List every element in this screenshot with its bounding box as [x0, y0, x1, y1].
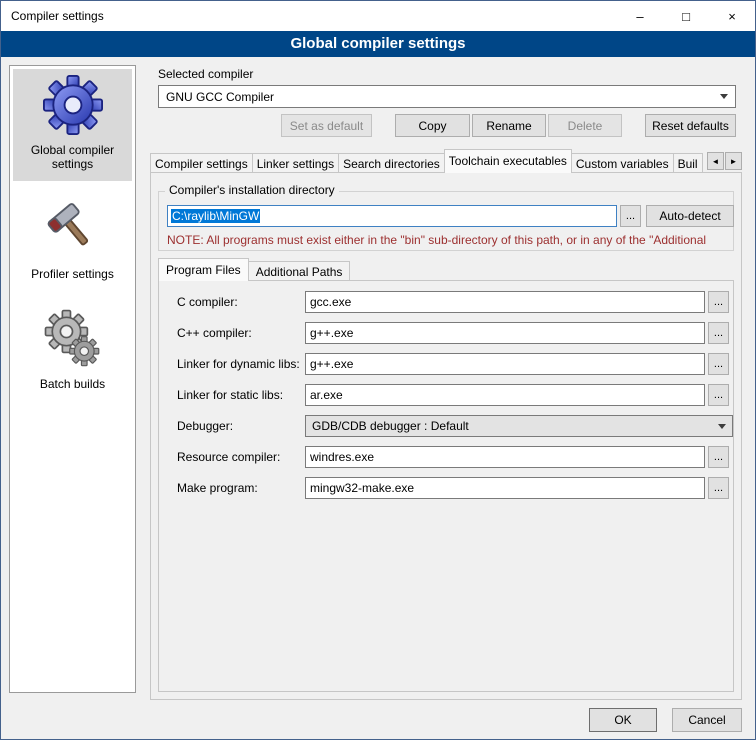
sidebar-item-label: Global compiler settings [15, 143, 130, 171]
compiler-settings-tabs: Compiler settings Linker settings Search… [150, 149, 706, 173]
resource-compiler-row: Resource compiler: ... [177, 446, 733, 468]
dynamic-linker-browse-button[interactable]: ... [708, 353, 729, 375]
c-compiler-row: C compiler: ... [177, 291, 733, 313]
chevron-down-icon [718, 424, 726, 429]
installation-directory-selected-text: C:\raylib\MinGW [171, 209, 260, 223]
make-program-row: Make program: ... [177, 477, 733, 499]
static-linker-row: Linker for static libs: ... [177, 384, 733, 406]
tab-compiler-settings[interactable]: Compiler settings [150, 153, 253, 173]
program-files-panel: C compiler: ... C++ compiler: ... Linker… [158, 280, 734, 692]
rename-button[interactable]: Rename [472, 114, 546, 137]
make-program-browse-button[interactable]: ... [708, 477, 729, 499]
window-title: Compiler settings [1, 9, 104, 23]
sidebar-item-batch-builds[interactable]: Batch builds [13, 303, 132, 401]
static-linker-input[interactable] [305, 384, 705, 406]
dynamic-linker-label: Linker for dynamic libs: [177, 357, 305, 371]
minimize-button[interactable]: – [617, 1, 663, 31]
close-button[interactable]: × [709, 1, 755, 31]
maximize-icon: □ [682, 9, 690, 24]
make-program-input[interactable] [305, 477, 705, 499]
hammer-tool-icon [43, 199, 103, 259]
tab-scroll-left-button[interactable]: ◄ [707, 152, 724, 170]
maximize-button[interactable]: □ [663, 1, 709, 31]
installation-directory-group: Compiler's installation directory C:\ray… [158, 191, 734, 251]
resource-compiler-browse-button[interactable]: ... [708, 446, 729, 468]
c-compiler-input[interactable] [305, 291, 705, 313]
reset-defaults-button[interactable]: Reset defaults [645, 114, 736, 137]
selected-compiler-label: Selected compiler [158, 67, 253, 81]
debugger-select[interactable]: GDB/CDB debugger : Default [305, 415, 733, 437]
tab-search-directories[interactable]: Search directories [338, 153, 445, 173]
cancel-button[interactable]: Cancel [672, 708, 742, 732]
cpp-compiler-row: C++ compiler: ... [177, 322, 733, 344]
sidebar-item-label: Batch builds [40, 377, 105, 391]
gray-gears-icon [43, 309, 103, 369]
debugger-select-value: GDB/CDB debugger : Default [312, 419, 469, 433]
dynamic-linker-row: Linker for dynamic libs: ... [177, 353, 733, 375]
chevron-down-icon [720, 94, 728, 99]
blue-gear-icon [43, 75, 103, 135]
compiler-settings-dialog: Compiler settings – □ × Global compiler … [0, 0, 756, 740]
installation-directory-input[interactable]: C:\raylib\MinGW [167, 205, 617, 227]
ok-button[interactable]: OK [589, 708, 657, 732]
titlebar[interactable]: Compiler settings – □ × [1, 1, 755, 31]
compiler-select[interactable]: GNU GCC Compiler [158, 85, 736, 108]
installation-directory-group-title: Compiler's installation directory [165, 183, 339, 197]
cpp-compiler-label: C++ compiler: [177, 326, 305, 340]
installation-directory-browse-button[interactable]: ... [620, 205, 641, 227]
cpp-compiler-input[interactable] [305, 322, 705, 344]
delete-button: Delete [548, 114, 622, 137]
resource-compiler-label: Resource compiler: [177, 450, 305, 464]
c-compiler-label: C compiler: [177, 295, 305, 309]
sidebar-item-global-compiler-settings[interactable]: Global compiler settings [13, 69, 132, 181]
resource-compiler-input[interactable] [305, 446, 705, 468]
static-linker-browse-button[interactable]: ... [708, 384, 729, 406]
tab-program-files[interactable]: Program Files [158, 258, 249, 281]
sidebar-item-label: Profiler settings [31, 267, 114, 281]
sidebar-item-profiler-settings[interactable]: Profiler settings [13, 193, 132, 291]
tab-build-options[interactable]: Buil [673, 153, 703, 173]
debugger-row: Debugger: GDB/CDB debugger : Default [177, 415, 733, 437]
compiler-select-value: GNU GCC Compiler [166, 90, 274, 104]
program-tabs: Program Files Additional Paths [158, 258, 349, 281]
sidebar: Global compiler settings Profiler settin… [9, 65, 136, 693]
auto-detect-button[interactable]: Auto-detect [646, 205, 734, 227]
window-controls: – □ × [617, 1, 755, 31]
tab-custom-variables[interactable]: Custom variables [571, 153, 674, 173]
tab-additional-paths[interactable]: Additional Paths [248, 261, 351, 281]
dialog-header: Global compiler settings [1, 31, 755, 57]
tab-toolchain-executables[interactable]: Toolchain executables [444, 149, 572, 173]
bin-subdirectory-note: NOTE: All programs must exist either in … [167, 233, 752, 247]
cpp-compiler-browse-button[interactable]: ... [708, 322, 729, 344]
debugger-label: Debugger: [177, 419, 305, 433]
dynamic-linker-input[interactable] [305, 353, 705, 375]
copy-button[interactable]: Copy [395, 114, 470, 137]
c-compiler-browse-button[interactable]: ... [708, 291, 729, 313]
make-program-label: Make program: [177, 481, 305, 495]
tab-scroll-right-button[interactable]: ► [725, 152, 742, 170]
minimize-icon: – [636, 9, 643, 24]
static-linker-label: Linker for static libs: [177, 388, 305, 402]
tab-linker-settings[interactable]: Linker settings [252, 153, 339, 173]
set-as-default-button: Set as default [281, 114, 372, 137]
close-icon: × [728, 9, 736, 24]
